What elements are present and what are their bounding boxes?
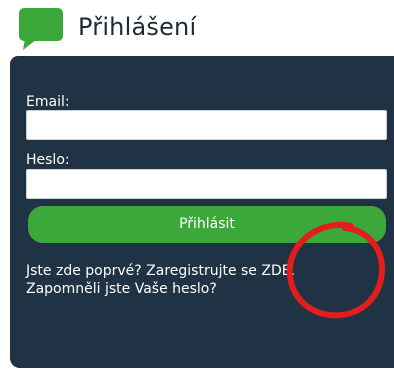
speech-bubble-icon bbox=[19, 8, 63, 50]
forgot-password-line: Zapomněli jste Vaše heslo? bbox=[26, 280, 217, 298]
login-button[interactable]: Přihlásit bbox=[28, 206, 386, 243]
password-input[interactable] bbox=[26, 169, 387, 199]
password-label: Heslo: bbox=[26, 152, 70, 168]
email-label: Email: bbox=[26, 94, 70, 110]
first-visit-text: Jste zde poprvé? Zaregistrujte se ZDE. bbox=[26, 262, 295, 280]
register-link[interactable]: ZDE. bbox=[261, 263, 295, 279]
email-input[interactable] bbox=[26, 110, 387, 140]
forgot-password-link[interactable]: Zapomněli jste Vaše heslo? bbox=[26, 281, 217, 297]
page-title: Přihlášení bbox=[78, 13, 197, 41]
first-visit-label: Jste zde poprvé? Zaregistrujte se bbox=[26, 263, 262, 279]
